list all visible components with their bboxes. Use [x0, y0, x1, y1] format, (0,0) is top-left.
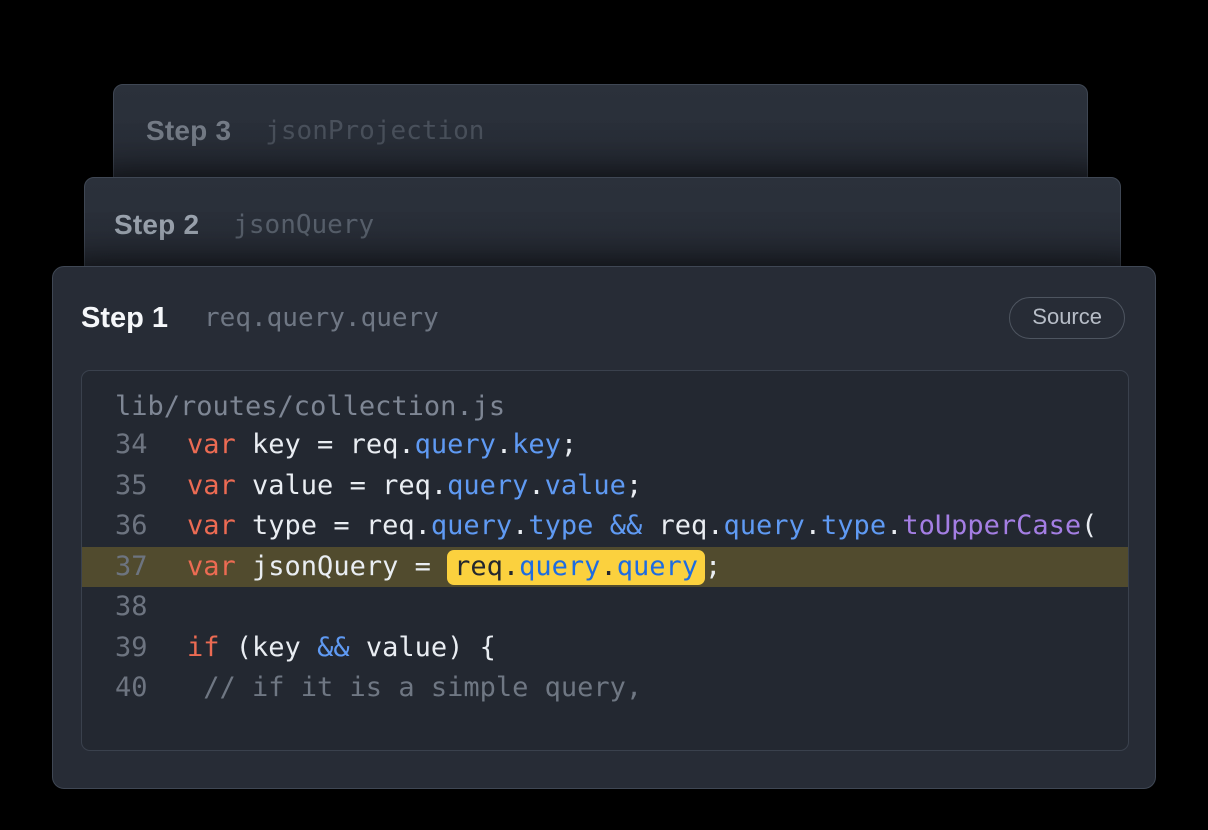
code-line: 38 — [82, 587, 1128, 628]
step-1-title: Step 1 — [81, 302, 168, 335]
line-number: 39 — [115, 628, 187, 669]
step-1-header: Step 1 req.query.query Source — [53, 267, 1155, 339]
code-line: 34var key = req.query.key; — [82, 425, 1128, 466]
line-number: 38 — [115, 587, 187, 628]
step-3-header: Step 3 jsonProjection — [114, 85, 1087, 147]
code-line: 40 // if it is a simple query, — [82, 668, 1128, 709]
line-number: 34 — [115, 425, 187, 466]
step-3-subtitle: jsonProjection — [265, 116, 484, 146]
step-1-card: Step 1 req.query.query Source lib/routes… — [52, 266, 1156, 789]
highlighted-expression-chip: req.query.query — [447, 550, 705, 585]
line-number: 37 — [115, 547, 187, 588]
step-2-header: Step 2 jsonQuery — [85, 178, 1120, 241]
page-background: Step 3 jsonProjection Step 2 jsonQuery S… — [0, 0, 1208, 830]
step-3-title: Step 3 — [146, 115, 231, 147]
code-line: 39if (key && value) { — [82, 628, 1128, 669]
line-number: 36 — [115, 506, 187, 547]
code-filename: lib/routes/collection.js — [82, 371, 1128, 425]
code-line: 35var value = req.query.value; — [82, 466, 1128, 507]
code-line-highlighted: 37var jsonQuery = req.query.query; — [82, 547, 1128, 588]
step-1-subtitle: req.query.query — [204, 303, 439, 333]
code-viewer: lib/routes/collection.js 34var key = req… — [81, 370, 1129, 751]
code-line: 36var type = req.query.type && req.query… — [82, 506, 1128, 547]
line-number: 35 — [115, 466, 187, 507]
code-lines-container: 34var key = req.query.key;35var value = … — [82, 425, 1128, 709]
source-button[interactable]: Source — [1009, 297, 1125, 339]
line-number: 40 — [115, 668, 187, 709]
step-2-title: Step 2 — [114, 209, 199, 241]
step-2-subtitle: jsonQuery — [233, 210, 374, 240]
